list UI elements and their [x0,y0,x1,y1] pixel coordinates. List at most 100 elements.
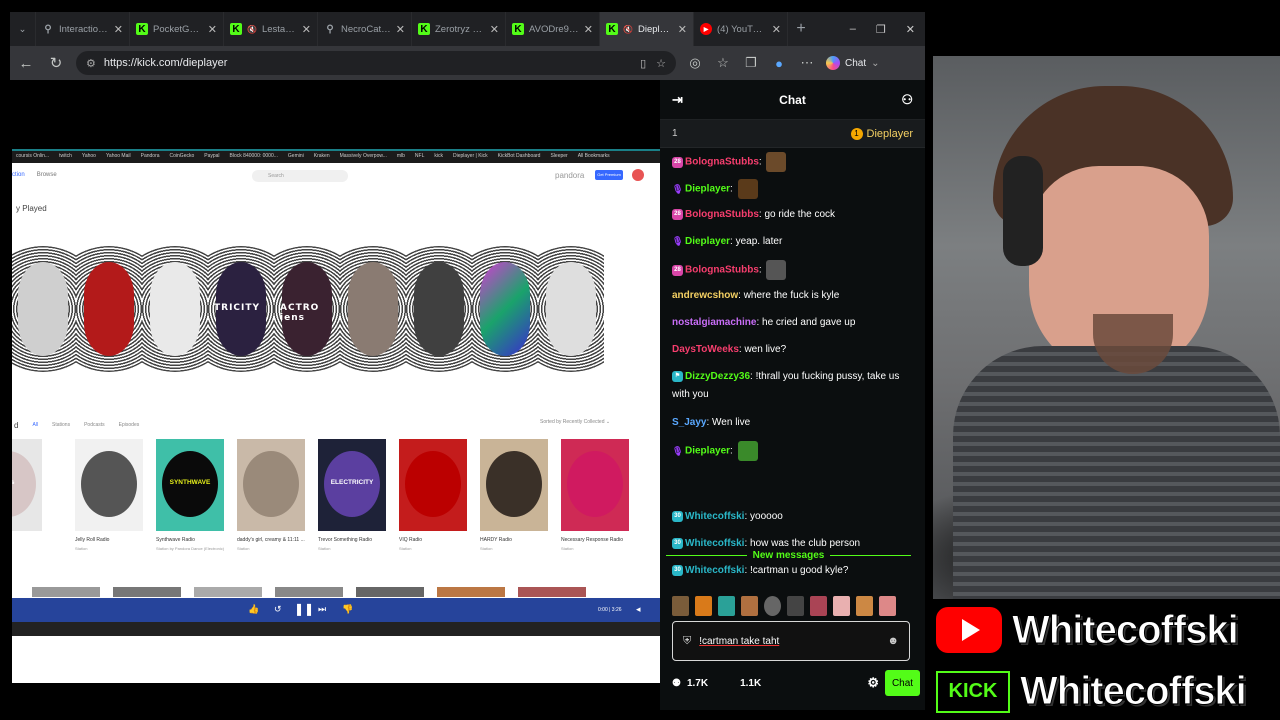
copilot-chat-button[interactable]: Chat ⌄ [826,56,880,70]
chat-username[interactable]: Dieplayer [685,184,730,195]
emote-icon[interactable] [856,596,873,616]
chat-username[interactable]: BolognaStubbs [685,209,759,220]
volume-icon: ◂ [636,604,641,614]
station-subtitle: Station [480,546,493,551]
gear-icon[interactable]: ⚙ [867,675,879,691]
stream-video[interactable]: coursis Onlin... twitch Yahoo Yahoo Mail Pan… [10,80,660,710]
station-tile: ELECTRICITY Trevor Something Radio Station [318,439,386,559]
chat-username[interactable]: BolognaStubbs [685,265,759,276]
collections-icon[interactable]: ❐ [742,55,760,71]
chat-username[interactable]: DaysToWeeks [672,344,739,355]
viewers-icon: ⚉ [672,677,681,689]
station-art-label: SYNTHWAVE [169,479,211,486]
pandora-search: Search [252,170,348,182]
tab-title: PocketGwen Strea [153,23,203,35]
tab-search-button[interactable]: ⌄ [10,12,36,46]
chat-username[interactable]: Dieplayer [685,446,730,457]
user-settings-icon[interactable]: ⚇ [901,92,913,108]
emote-icon[interactable] [741,596,758,616]
thumb-down-icon: 👎 [342,604,354,614]
emote-icon[interactable] [718,596,735,616]
chat-username[interactable]: Dieplayer [685,236,730,247]
close-tab-icon[interactable]: ✕ [678,23,687,36]
kick-icon: K [606,23,618,35]
muted-icon[interactable]: 🔇 [623,25,633,34]
close-tab-icon[interactable]: ✕ [396,23,405,36]
pinned-bar[interactable]: 1 1 Dieplayer [660,120,925,148]
back-button[interactable]: ← [16,55,36,72]
emote-1-icon [766,152,787,172]
station-name: VIQ Radio [399,537,423,543]
close-tab-icon[interactable]: ✕ [772,23,781,36]
emote-icon[interactable] [879,596,896,616]
sort-dropdown: Sorted by Recently Collected ⌄ [540,419,611,425]
send-chat-button[interactable]: Chat [885,670,920,696]
emoji-icon[interactable]: ☻ [887,635,899,647]
close-tab-icon[interactable]: ✕ [584,23,593,36]
emote-icon[interactable] [695,596,712,616]
chat-username[interactable]: Whitecoffski [685,511,744,522]
tab-0[interactable]: ⚲ Interaction | Bot ✕ [36,12,130,46]
tab-2[interactable]: K 🔇 LestarWOlf St ✕ [224,12,318,46]
minimize-button[interactable]: – [850,23,856,36]
tab-7[interactable]: ▶ (4) YouTube ✕ [694,12,788,46]
close-tab-icon[interactable]: ✕ [114,23,123,36]
skip-icon: ⏭ [318,604,327,614]
chat-username[interactable]: DizzyDezzy36 [685,371,750,382]
shield-icon[interactable]: ⛨ [683,635,691,648]
more-menu-icon[interactable]: ⋯ [798,55,816,71]
station-art-label: ELECTRICITY [330,479,374,486]
chat-input[interactable]: ⛨ !cartman take taht ☻ [672,621,910,661]
chat-text: Wen live [712,417,751,428]
profile-icon[interactable]: ● [770,56,788,71]
reload-button[interactable]: ↻ [46,54,66,72]
station-subtitle: Station [237,546,250,551]
muted-icon[interactable]: 🔇 [247,25,257,34]
station-tile: iens [12,439,42,559]
bookmark-star-icon[interactable]: ☆ [656,57,666,70]
chat-username[interactable]: nostalgiamachine [672,317,756,328]
chat-username[interactable]: S_Jayy [672,417,706,428]
recent-cover [538,239,604,385]
close-tab-icon[interactable]: ✕ [490,23,499,36]
tab-3[interactable]: ⚲ NecroCaticGam ✕ [318,12,412,46]
youtube-icon: ▶ [700,23,712,35]
station-name: Jelly Roll Radio [75,537,110,543]
collapse-chat-icon[interactable]: ⇥ [672,92,683,108]
restore-button[interactable]: ❐ [876,23,886,36]
chat-username[interactable]: BolognaStubbs [685,157,759,168]
bookmark-item: NFL [414,153,425,159]
station-art [75,439,143,531]
chat-message: 28 BolognaStubbs: [672,152,918,172]
emote-icon[interactable] [810,596,827,616]
emote-icon[interactable] [833,596,850,616]
chat-input-value[interactable]: !cartman take taht [699,636,779,647]
new-tab-button[interactable]: + [788,12,814,46]
site-info-icon[interactable]: ⚙ [86,57,96,70]
chat-username[interactable]: Whitecoffski [685,538,744,549]
bookmark-item: Yahoo Mail [105,153,131,159]
tab-title: (4) YouTube [717,23,767,35]
screen-taskbar [12,622,660,636]
emote-icon[interactable] [672,596,689,616]
tab-4[interactable]: K Zerotryz Stream ✕ [412,12,506,46]
bookmark-item: Sleeper [550,153,568,159]
copilot-icon [826,56,840,70]
chat-username[interactable]: andrewcshow [672,290,738,301]
url-field[interactable]: ⚙ https://kick.com/dieplayer ▯ ☆ [76,51,676,75]
close-tab-icon[interactable]: ✕ [208,23,217,36]
extension-icon[interactable]: ◎ [686,55,704,71]
kick-icon: K [512,23,524,35]
screen-bookmarks-bar: coursis Onlin... twitch Yahoo Yahoo Mail Pan… [12,149,660,163]
favorites-icon[interactable]: ☆ [714,55,732,71]
tab-6[interactable]: K 🔇 Dieplayer Str ✕ [600,12,694,46]
tab-5[interactable]: K AVODre999 Strea ✕ [506,12,600,46]
chat-username[interactable]: Whitecoffski [685,565,744,576]
tab-1[interactable]: K PocketGwen Strea ✕ [130,12,224,46]
emote-icon[interactable] [764,596,781,616]
close-window-button[interactable]: ✕ [906,23,915,36]
emote-icon[interactable] [787,596,804,616]
chat-message: 30 Whitecoffski: !cartman u good kyle? [672,562,918,580]
close-tab-icon[interactable]: ✕ [302,23,311,36]
reader-icon[interactable]: ▯ [640,57,646,70]
